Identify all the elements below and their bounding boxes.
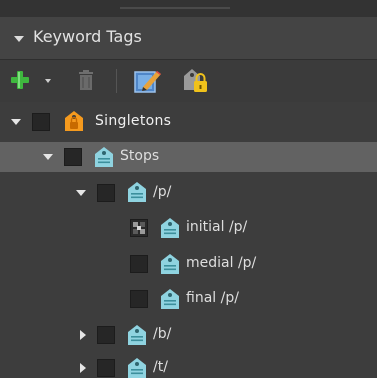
tag-checkbox[interactable] — [32, 113, 50, 131]
tag-checkbox[interactable] — [130, 255, 148, 273]
tree-row-stops[interactable]: Stops — [0, 142, 377, 172]
toolbar — [0, 60, 377, 102]
orange-tag-lock-icon — [63, 110, 85, 132]
tree-item-label: /b/ — [153, 326, 172, 342]
tag-checkbox[interactable] — [97, 184, 115, 202]
tree-row-t[interactable]: /t/ — [0, 355, 377, 378]
expand-triangle-icon[interactable] — [76, 190, 86, 196]
expand-triangle-icon[interactable] — [11, 119, 21, 125]
panel-header[interactable]: Keyword Tags — [0, 17, 377, 60]
tree-item-label: initial /p/ — [186, 219, 248, 235]
plus-icon[interactable] — [10, 70, 30, 90]
keyword-tags-panel: Keyword Tags Singletons Stops /p/ initia… — [0, 0, 377, 378]
tag-checkbox[interactable] — [97, 359, 115, 377]
tree-item-label: Stops — [120, 148, 160, 164]
edit-icon[interactable] — [133, 67, 163, 95]
tag-checkbox[interactable] — [130, 290, 148, 308]
tag-icon — [93, 146, 115, 168]
collapse-triangle-icon[interactable] — [14, 36, 24, 42]
tree-item-label: /t/ — [153, 359, 168, 375]
tree-row-singletons[interactable]: Singletons — [0, 107, 377, 137]
tree-row-b[interactable]: /b/ — [0, 320, 377, 350]
trash-icon[interactable] — [76, 68, 96, 92]
toolbar-separator — [116, 69, 117, 93]
tag-icon — [159, 217, 181, 239]
add-dropdown-chevron-icon[interactable] — [45, 79, 51, 83]
mixed-state-checkbox[interactable] — [130, 219, 148, 237]
tree-item-label: Singletons — [95, 113, 172, 129]
tree-item-label: final /p/ — [186, 290, 239, 306]
tree-row-medial-p[interactable]: medial /p/ — [0, 249, 377, 279]
tree-row-p[interactable]: /p/ — [0, 177, 377, 207]
tag-checkbox[interactable] — [97, 326, 115, 344]
panel-top-strip — [0, 0, 377, 17]
tree-item-label: /p/ — [153, 184, 172, 200]
collapsed-triangle-icon[interactable] — [80, 330, 86, 340]
lock-tag-icon[interactable] — [180, 66, 212, 96]
tag-icon — [159, 288, 181, 310]
tree-row-initial-p[interactable]: initial /p/ — [0, 213, 377, 243]
tag-icon — [126, 181, 148, 203]
expand-triangle-icon[interactable] — [43, 154, 53, 160]
tag-icon — [159, 253, 181, 275]
tag-icon — [126, 324, 148, 346]
collapsed-triangle-icon[interactable] — [80, 363, 86, 373]
tree-row-final-p[interactable]: final /p/ — [0, 284, 377, 314]
tag-checkbox[interactable] — [64, 148, 82, 166]
panel-title: Keyword Tags — [33, 27, 142, 46]
panel-grip[interactable] — [120, 7, 230, 9]
tag-icon — [126, 357, 148, 378]
tree-item-label: medial /p/ — [186, 255, 257, 271]
